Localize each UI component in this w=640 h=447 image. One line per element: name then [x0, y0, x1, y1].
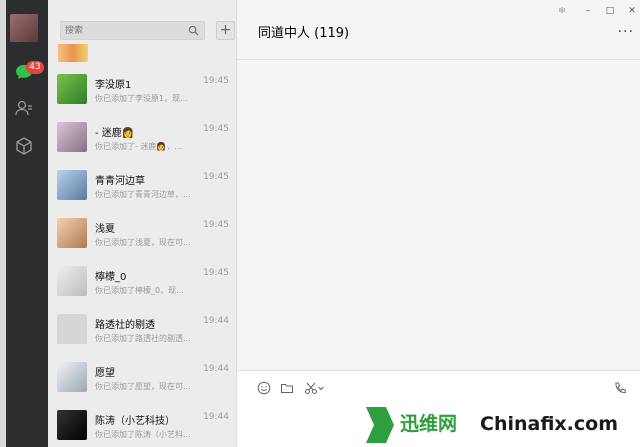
message-preview: 你已添加了- 迷鹿👩，...: [95, 142, 183, 151]
conversation-item[interactable]: 陈涛（小艺科技） 19:44 你已添加了陈涛（小艺科...: [48, 401, 236, 447]
folder-icon[interactable]: [280, 381, 294, 395]
contact-avatar: [57, 410, 87, 440]
wechat-window: 43 + 李没原119:45你已添加了李没原1，现...- 迷鹿👩19: [0, 0, 640, 447]
contact-name: 青青河边草: [95, 176, 145, 187]
contacts-icon[interactable]: [14, 98, 34, 118]
maximize-button[interactable]: □: [603, 5, 617, 17]
search-icon: [188, 25, 199, 36]
contact-avatar: [57, 122, 87, 152]
contact-name: 路透社的剔透: [95, 320, 155, 331]
contact-avatar: [57, 74, 87, 104]
message-preview: 你已添加了愿望，现在可...: [95, 382, 191, 391]
chevron-down-icon[interactable]: [317, 381, 325, 395]
message-preview: 你已添加了浅夏，现在可...: [95, 238, 191, 247]
message-time: 19:44: [203, 316, 229, 326]
message-time: 19:45: [203, 268, 229, 278]
conversation-item[interactable]: 李没原1 19:45 你已添加了李没原1，现...: [48, 65, 236, 113]
watermark-cn-text: 迅维网: [400, 412, 457, 435]
search-input[interactable]: [65, 23, 183, 38]
conversation-item[interactable]: 路透社的剔透 19:44 你已添加了路透社的剔透...: [48, 305, 236, 353]
conversation-item[interactable]: 檸檬_0 19:45 你已添加了檸檬_0，现...: [48, 257, 236, 305]
message-preview: 你已添加了陈涛（小艺科...: [95, 430, 191, 439]
conversation-item[interactable]: 愿望 19:44 你已添加了愿望，现在可...: [48, 353, 236, 401]
contact-name: 李没原1: [95, 80, 132, 91]
contact-name: 浅夏: [95, 224, 115, 235]
message-time: 19:44: [203, 364, 229, 374]
contact-name: - 迷鹿👩: [95, 128, 135, 139]
chinafix-watermark: 迅维网 Chinafix.com: [364, 403, 640, 447]
message-time: 19:44: [203, 412, 229, 422]
conversation-item[interactable]: 青青河边草 19:45 你已添加了青青河边草，...: [48, 161, 236, 209]
window-edge: [0, 0, 6, 447]
favorites-icon[interactable]: [14, 136, 34, 156]
message-time: 19:45: [203, 76, 229, 86]
close-button[interactable]: ✕: [625, 5, 639, 17]
contact-avatar: [57, 218, 87, 248]
search-box[interactable]: [60, 21, 205, 40]
chat-header: 同道中人 (119) ፨ – □ ✕ ···: [237, 0, 640, 60]
group-avatar-partial: [58, 44, 88, 62]
unread-badge: 43: [26, 61, 44, 74]
contact-name: 檸檬_0: [95, 272, 127, 283]
screenshot-scissors-icon[interactable]: [304, 381, 318, 395]
minimize-button[interactable]: –: [581, 5, 595, 17]
message-area: [237, 60, 640, 370]
chat-title: 同道中人 (119): [258, 26, 350, 41]
more-options-button[interactable]: ···: [618, 24, 634, 40]
conversation-item[interactable]: 浅夏 19:45 你已添加了浅夏，现在可...: [48, 209, 236, 257]
contact-avatar: [57, 266, 87, 296]
message-time: 19:45: [203, 220, 229, 230]
message-time: 19:45: [203, 124, 229, 134]
chat-panel: 同道中人 (119) ፨ – □ ✕ ···: [237, 0, 640, 447]
message-preview: 你已添加了檸檬_0，现...: [95, 286, 184, 295]
contact-avatar: [57, 362, 87, 392]
icon-rail: 43: [0, 0, 48, 447]
message-time: 19:45: [203, 172, 229, 182]
voice-call-icon[interactable]: [613, 381, 627, 395]
contact-avatar: [57, 170, 87, 200]
contact-name: 愿望: [95, 368, 115, 379]
contact-avatar: [57, 314, 87, 344]
message-preview: 你已添加了李没原1，现...: [95, 94, 188, 103]
conversation-list: + 李没原1 19:45 你已添加了李没原1，现... - 迷鹿👩 19:45 你已添加了…: [48, 0, 237, 447]
message-preview: 你已添加了路透社的剔透...: [95, 334, 191, 343]
emoji-icon[interactable]: [257, 381, 271, 395]
pin-button[interactable]: ፨: [555, 5, 569, 17]
watermark-en-text: Chinafix.com: [480, 413, 618, 435]
add-button[interactable]: +: [216, 21, 235, 40]
user-avatar[interactable]: [10, 14, 38, 42]
message-preview: 你已添加了青青河边草，...: [95, 190, 191, 199]
conversation-item[interactable]: - 迷鹿👩 19:45 你已添加了- 迷鹿👩，...: [48, 113, 236, 161]
contact-name: 陈涛（小艺科技）: [95, 416, 175, 427]
search-bar: +: [56, 21, 236, 41]
